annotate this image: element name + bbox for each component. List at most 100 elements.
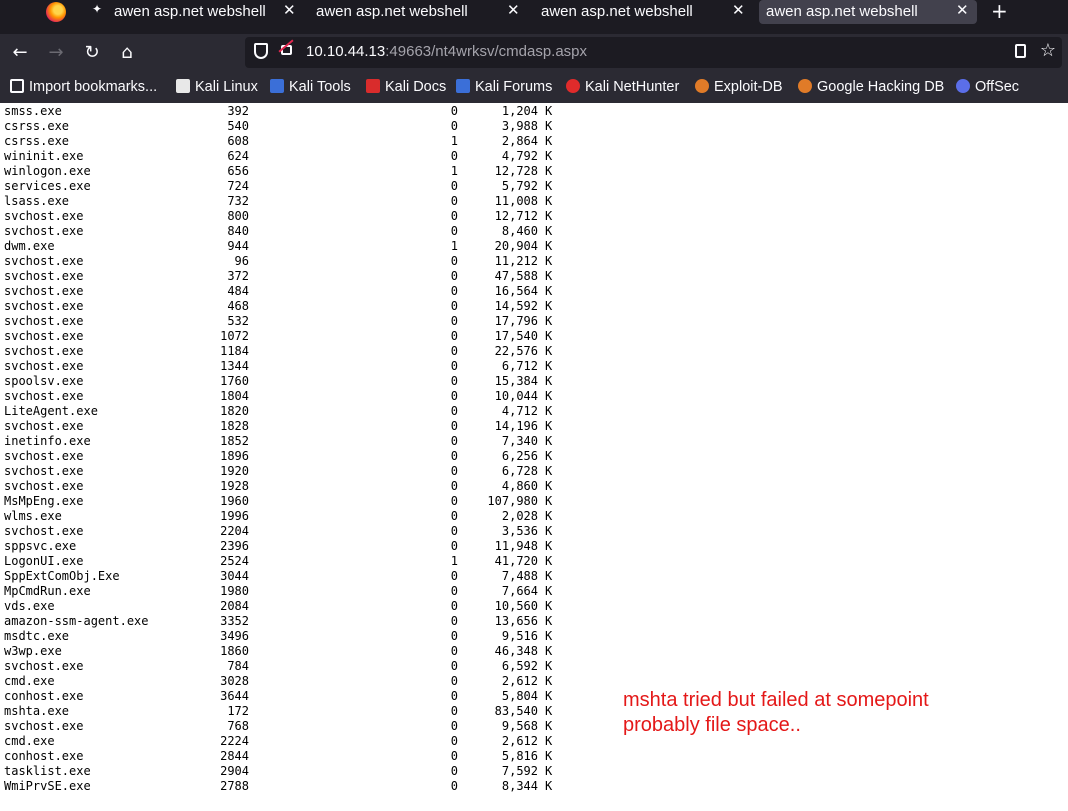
process-pid: 2904 (220, 764, 249, 778)
process-name: LiteAgent.exe (4, 404, 98, 418)
nav-bar: ← → ↻ ⌂ 10.10.44.13:49663/nt4wrksv/cmdas… (0, 34, 1068, 72)
session-number: 0 (450, 734, 458, 748)
process-pid: 3352 (220, 614, 249, 628)
process-pid: 1828 (220, 419, 249, 433)
memory-unit: K (545, 464, 553, 478)
process-pid: 2524 (220, 554, 249, 568)
reader-view-icon[interactable] (1015, 44, 1026, 58)
home-icon[interactable]: ⌂ (116, 42, 138, 63)
process-name: wlms.exe (4, 509, 62, 523)
session-number: 0 (450, 344, 458, 358)
process-pid: 2084 (220, 599, 249, 613)
process-name: cmd.exe (4, 674, 55, 688)
url-text[interactable]: 10.10.44.13:49663/nt4wrksv/cmdasp.aspx (306, 43, 587, 60)
process-pid: 1928 (220, 479, 249, 493)
close-icon[interactable]: ✕ (732, 1, 745, 19)
memory-usage: 17,796 (494, 314, 538, 328)
bookmark-star-icon[interactable]: ☆ (1040, 40, 1056, 61)
memory-unit: K (545, 299, 553, 313)
bookmark-kali-tools[interactable]: Kali Tools (270, 79, 351, 95)
bookmarks-toolbar: Import bookmarks... Kali Linux Kali Tool… (0, 72, 1068, 103)
new-tab-plus-icon[interactable]: + (991, 0, 1008, 23)
process-pid: 96 (234, 254, 249, 268)
process-pid: 1820 (220, 404, 249, 418)
memory-usage: 5,816 (501, 749, 538, 763)
process-pid: 800 (227, 209, 249, 223)
bookmark-kali-linux[interactable]: Kali Linux (176, 79, 258, 95)
memory-usage: 47,588 (494, 269, 538, 283)
process-name: WmiPrvSE.exe (4, 779, 91, 793)
session-number: 0 (450, 179, 458, 193)
reload-icon[interactable]: ↻ (81, 42, 103, 63)
process-pid: 624 (227, 149, 249, 163)
process-pid: 1760 (220, 374, 249, 388)
process-pid: 1852 (220, 434, 249, 448)
process-pid: 1804 (220, 389, 249, 403)
session-number: 0 (450, 719, 458, 733)
memory-unit: K (545, 479, 553, 493)
close-icon[interactable]: ✕ (956, 1, 969, 19)
memory-usage: 6,728 (501, 464, 538, 478)
forward-arrow-icon[interactable]: → (45, 42, 67, 63)
process-pid: 172 (227, 704, 249, 718)
memory-unit: K (545, 629, 553, 643)
memory-usage: 8,460 (501, 224, 538, 238)
back-arrow-icon[interactable]: ← (9, 42, 31, 63)
session-number: 0 (450, 464, 458, 478)
memory-unit: K (545, 719, 553, 733)
bookmark-exploit-db[interactable]: Exploit-DB (695, 79, 783, 95)
close-icon[interactable]: ✕ (283, 1, 296, 19)
session-number: 0 (450, 209, 458, 223)
tab-1[interactable]: ✦ awen asp.net webshell ✕ (86, 0, 300, 24)
tab-2[interactable]: awen asp.net webshell ✕ (310, 0, 524, 24)
process-pid: 1860 (220, 644, 249, 658)
close-icon[interactable]: ✕ (507, 1, 520, 19)
process-pid: 784 (227, 659, 249, 673)
memory-unit: K (545, 494, 553, 508)
memory-usage: 11,948 (494, 539, 538, 553)
memory-usage: 16,564 (494, 284, 538, 298)
tracking-shield-icon[interactable] (254, 43, 268, 59)
memory-unit: K (545, 644, 553, 658)
bookmark-kali-forums[interactable]: Kali Forums (456, 79, 552, 95)
tab-title: awen asp.net webshell (541, 3, 693, 20)
url-bar[interactable]: 10.10.44.13:49663/nt4wrksv/cmdasp.aspx ☆ (245, 37, 1062, 68)
process-name: svchost.exe (4, 719, 84, 733)
session-number: 0 (450, 299, 458, 313)
session-number: 1 (450, 164, 458, 178)
session-number: 0 (450, 224, 458, 238)
process-name: svchost.exe (4, 209, 84, 223)
memory-usage: 12,728 (494, 164, 538, 178)
bookmark-import[interactable]: Import bookmarks... (10, 79, 157, 95)
memory-unit: K (545, 704, 553, 718)
process-name: LogonUI.exe (4, 554, 84, 568)
session-number: 0 (450, 314, 458, 328)
url-path: :49663/nt4wrksv/cmdasp.aspx (385, 43, 588, 60)
bookmark-offsec[interactable]: OffSec (956, 79, 1019, 95)
bookmark-kali-nethunter[interactable]: Kali NetHunter (566, 79, 679, 95)
session-number: 0 (450, 569, 458, 583)
firefox-logo-icon[interactable] (46, 2, 66, 22)
process-name: svchost.exe (4, 269, 84, 283)
memory-usage: 8,344 (501, 779, 538, 793)
memory-usage: 14,592 (494, 299, 538, 313)
memory-unit: K (545, 374, 553, 388)
bookmark-kali-docs[interactable]: Kali Docs (366, 79, 446, 95)
process-pid: 944 (227, 239, 249, 253)
process-name: svchost.exe (4, 389, 84, 403)
bookmark-google-hacking-db[interactable]: Google Hacking DB (798, 79, 944, 95)
insecure-lock-icon[interactable] (281, 45, 292, 55)
session-number: 1 (450, 554, 458, 568)
session-number: 0 (450, 434, 458, 448)
tab-3[interactable]: awen asp.net webshell ✕ (535, 0, 749, 24)
memory-usage: 22,576 (494, 344, 538, 358)
memory-unit: K (545, 779, 553, 793)
memory-usage: 12,712 (494, 209, 538, 223)
session-number: 0 (450, 539, 458, 553)
tab-4-active[interactable]: awen asp.net webshell ✕ (759, 0, 977, 24)
process-pid: 656 (227, 164, 249, 178)
memory-unit: K (545, 194, 553, 208)
kali-dragon-icon (176, 79, 190, 93)
memory-usage: 11,008 (494, 194, 538, 208)
session-number: 0 (450, 509, 458, 523)
